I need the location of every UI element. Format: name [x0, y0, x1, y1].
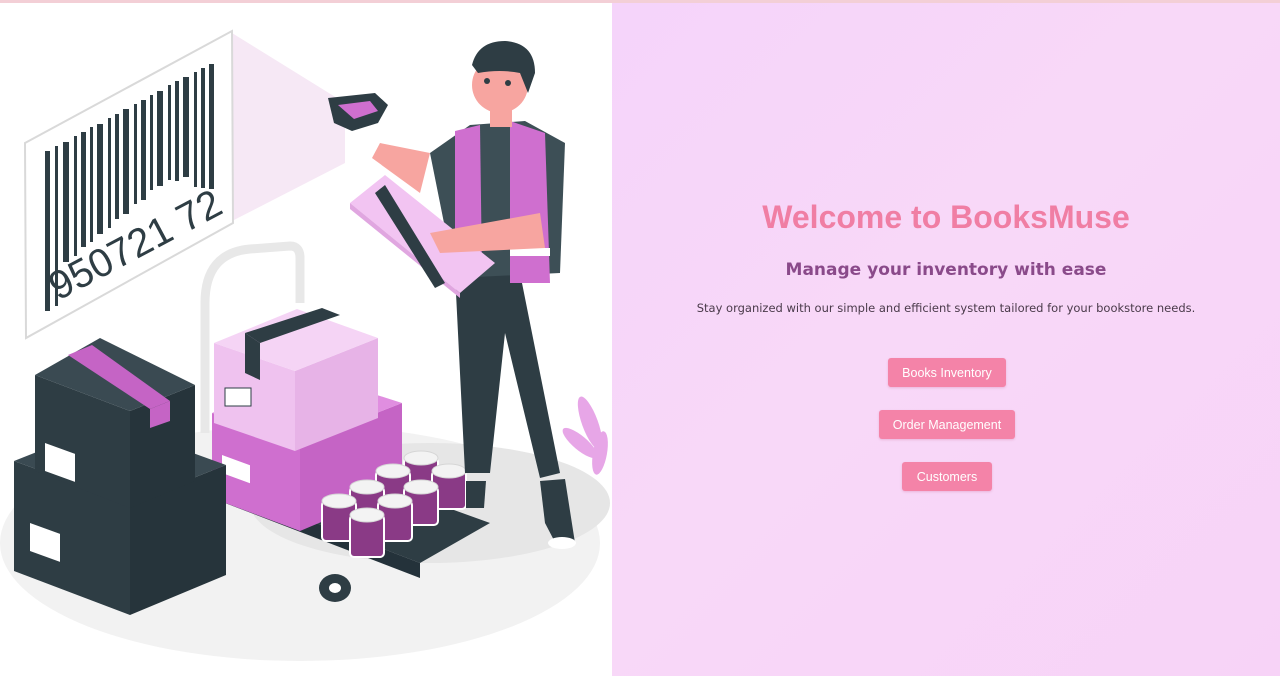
- page-title: Welcome to BooksMuse: [762, 199, 1130, 235]
- welcome-panel: Welcome to BooksMuse Manage your invento…: [612, 3, 1280, 676]
- warehouse-illustration: 950721 72: [0, 29, 610, 661]
- customers-button[interactable]: Customers: [902, 462, 992, 491]
- books-inventory-button[interactable]: Books Inventory: [888, 358, 1006, 387]
- page-description: Stay organized with our simple and effic…: [696, 301, 1196, 315]
- page-subtitle: Manage your inventory with ease: [785, 260, 1107, 280]
- plant-decoration: [562, 396, 608, 475]
- illustration-panel: 950721 72: [0, 3, 612, 676]
- order-management-button[interactable]: Order Management: [879, 410, 1015, 439]
